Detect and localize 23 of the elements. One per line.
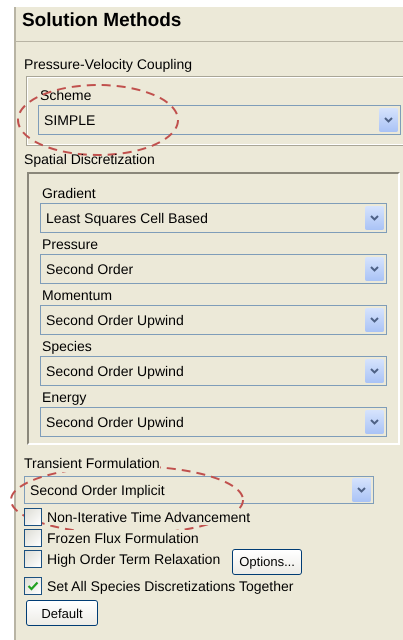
checkbox-label[interactable]: Frozen Flux Formulation [47,530,199,546]
field-label: Transient Formulation [24,455,160,472]
checkbox-label[interactable]: Set All Species Discretizations Together [47,578,294,594]
field-label: Scheme [40,87,92,103]
field-label: Momentum [42,287,114,303]
group-label: Pressure-Velocity Coupling [24,56,192,73]
group-label: Spatial Discretization [24,151,155,168]
checkbox-label[interactable]: High Order Term Relaxation [47,550,220,566]
field-label: Pressure [42,236,100,252]
checkbox-label[interactable]: Non-Iterative Time Advancement [47,508,250,524]
dropdown[interactable]: Second Order Upwind [40,305,387,335]
dropdown[interactable]: Least Squares Cell Based [40,203,387,233]
field-label: Species [42,338,93,354]
panel-title: Solution Methods [16,7,403,42]
dropdown[interactable]: Second Order Upwind [40,356,387,386]
field-label: Energy [42,389,88,405]
dropdown[interactable]: Second Order Upwind [40,407,387,437]
dropdown[interactable]: Second Order [40,254,387,284]
field-label: Gradient [42,185,97,201]
options-button[interactable]: Options... [232,548,302,574]
dropdown[interactable]: Second Order Implicit [24,476,374,504]
dropdown[interactable]: SIMPLE [38,105,401,135]
default-button[interactable]: Default [26,600,98,626]
